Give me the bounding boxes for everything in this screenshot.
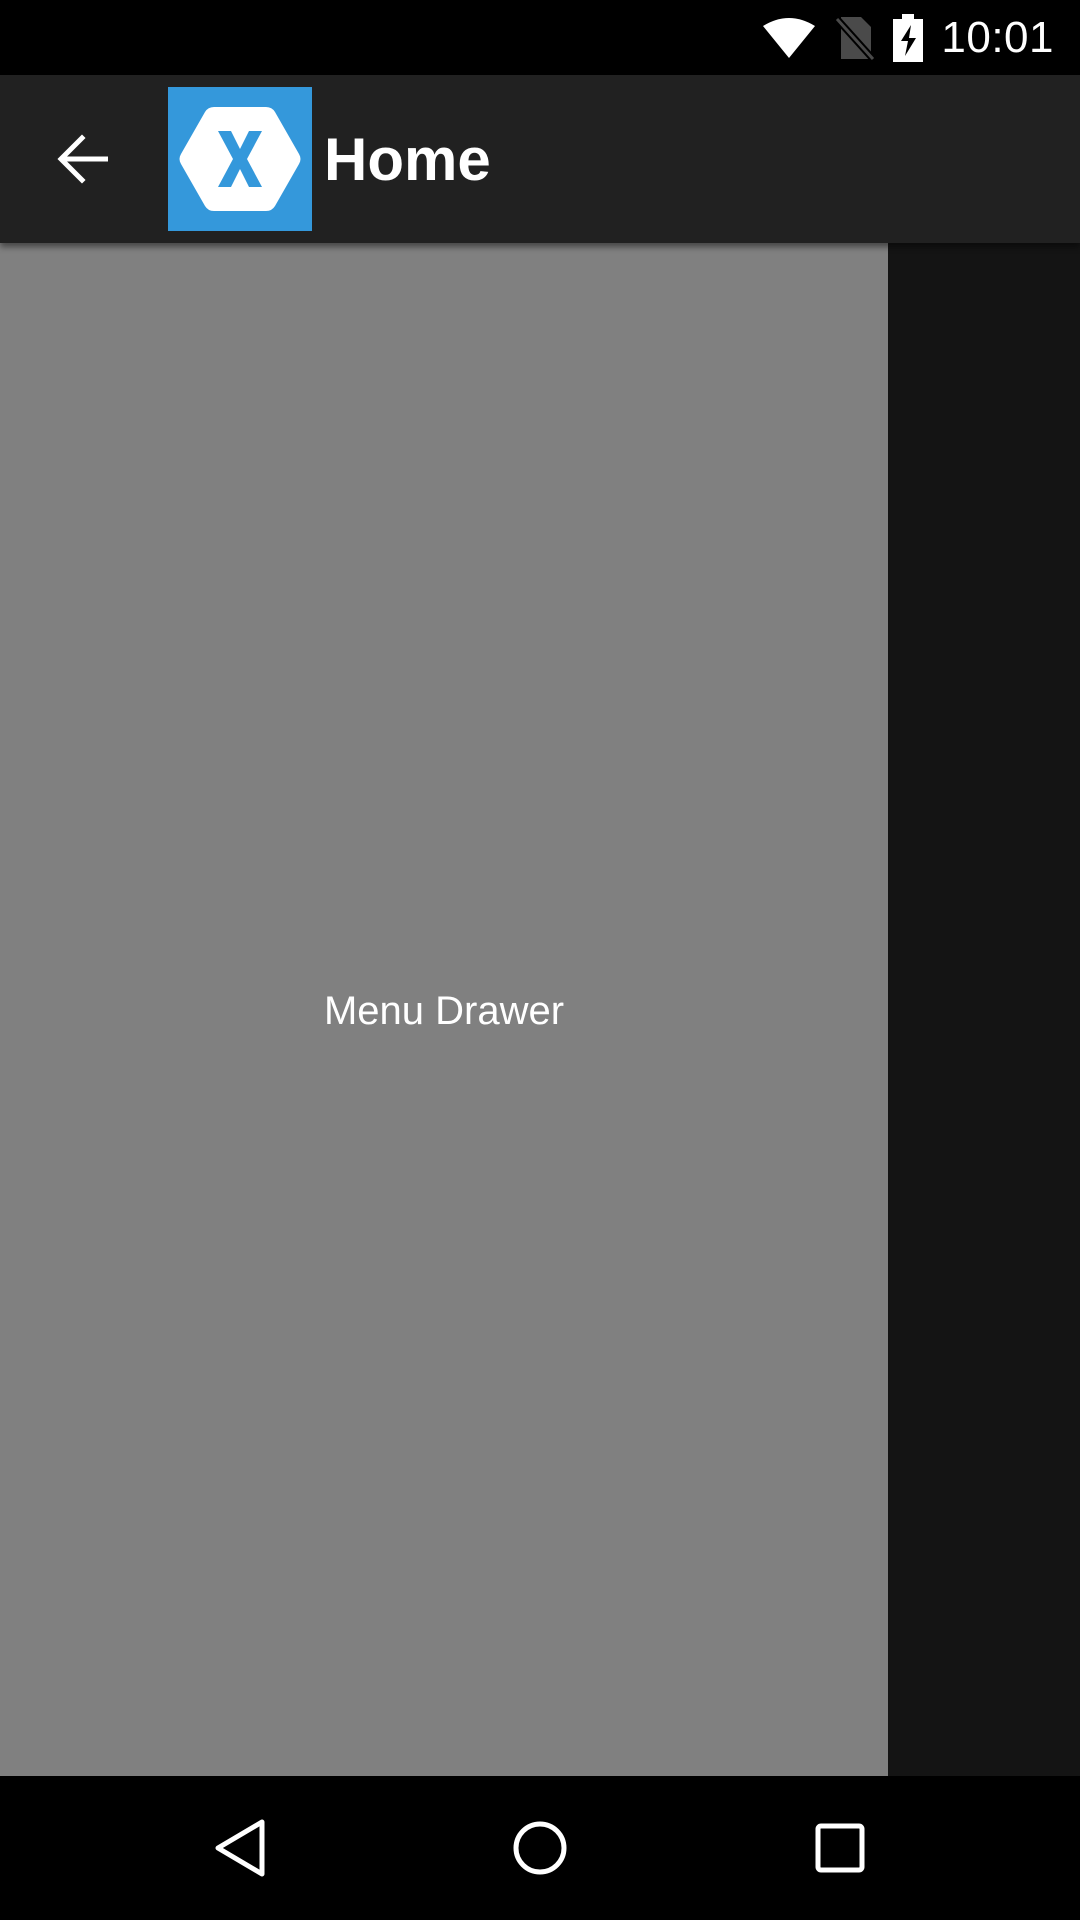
- recents-square-icon: [815, 1823, 865, 1873]
- home-circle-icon: [513, 1821, 567, 1875]
- xamarin-logo-icon: [168, 87, 312, 231]
- status-time: 10:01: [941, 12, 1054, 62]
- no-sim-icon: [835, 15, 876, 61]
- screen: 10:01 Home Menu Drawer: [0, 0, 1080, 1920]
- status-bar: 10:01: [0, 0, 1080, 75]
- main-content: Menu Drawer: [0, 243, 1080, 1776]
- wifi-icon: [761, 16, 817, 60]
- back-triangle-icon: [215, 1819, 265, 1877]
- status-icons: 10:01: [761, 0, 1054, 75]
- arrow-back-icon: [57, 134, 108, 184]
- app-bar: Home: [0, 75, 1080, 243]
- menu-drawer[interactable]: Menu Drawer: [0, 243, 888, 1776]
- nav-recents-button[interactable]: [790, 1798, 890, 1898]
- back-button[interactable]: [44, 119, 124, 199]
- navigation-bar: [0, 1776, 1080, 1920]
- battery-charging-icon: [893, 13, 924, 62]
- app-logo: [168, 87, 312, 231]
- nav-home-button[interactable]: [490, 1798, 590, 1898]
- menu-drawer-label: Menu Drawer: [323, 989, 565, 1033]
- detail-page-overlay[interactable]: [888, 243, 1080, 1776]
- nav-back-button[interactable]: [190, 1798, 290, 1898]
- page-title: Home: [324, 125, 491, 193]
